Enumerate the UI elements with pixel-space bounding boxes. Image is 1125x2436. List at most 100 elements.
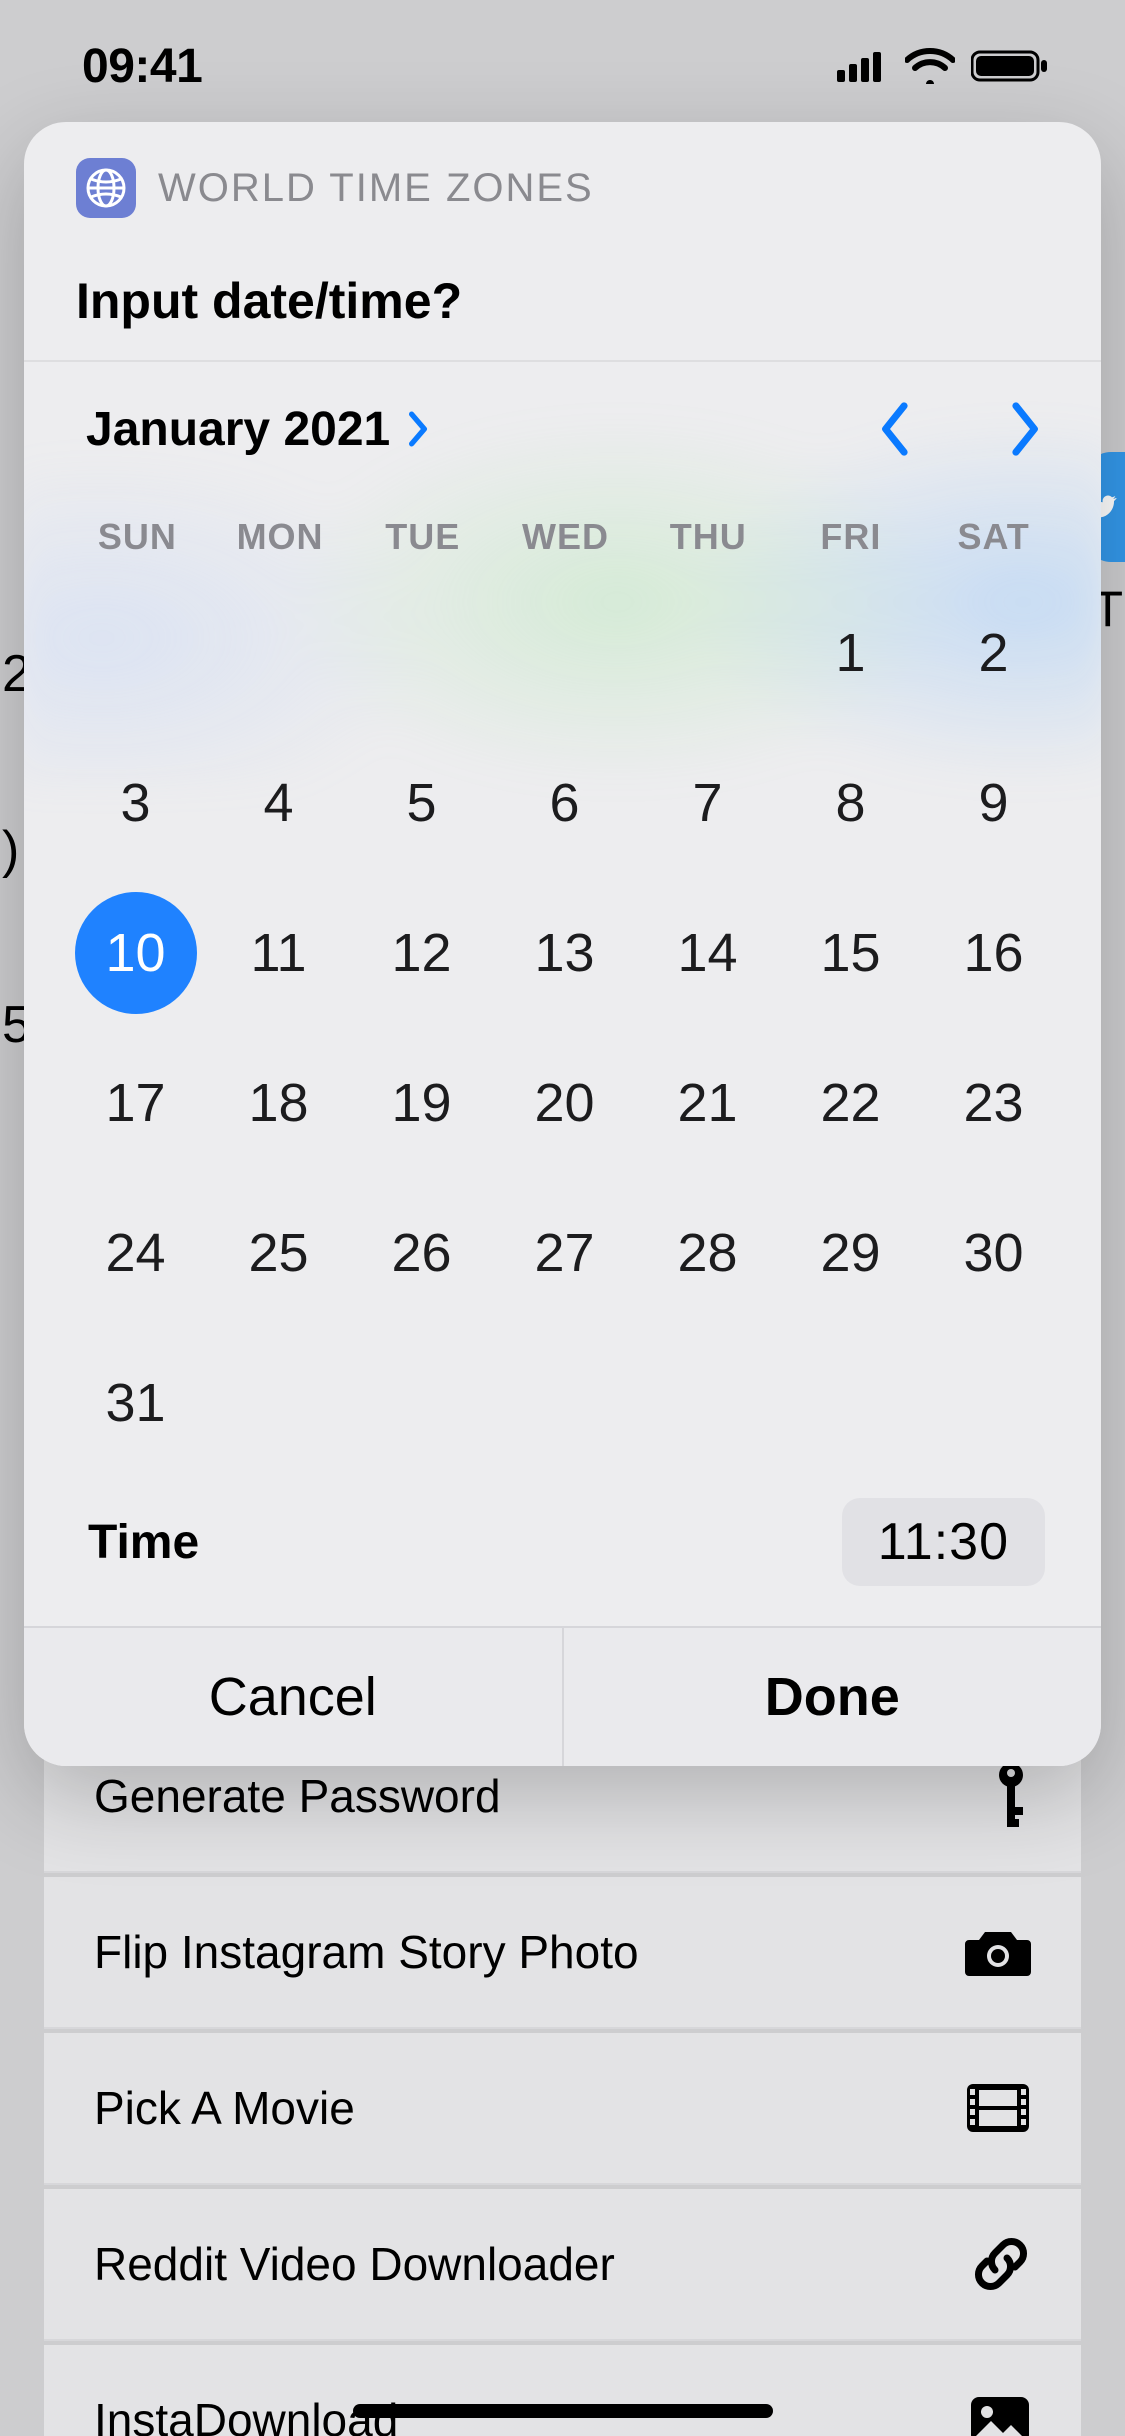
calendar-day-cell[interactable]: 2 — [922, 608, 1065, 698]
calendar-day-cell[interactable]: 27 — [493, 1208, 636, 1298]
calendar-day-cell[interactable]: 14 — [636, 908, 779, 998]
list-row-label: Reddit Video Downloader — [94, 2237, 615, 2291]
next-month-button[interactable] — [1005, 400, 1043, 458]
calendar-day-number: 1 — [790, 592, 912, 714]
calendar-day-cell[interactable]: 1 — [779, 608, 922, 698]
calendar-day-cell[interactable]: 30 — [922, 1208, 1065, 1298]
list-row-instadownload[interactable]: InstaDownload — [44, 2345, 1081, 2436]
calendar-day-cell — [350, 608, 493, 698]
calendar-day-number: 31 — [75, 1342, 197, 1464]
time-picker-button[interactable]: 11:30 — [842, 1498, 1045, 1586]
calendar-day-number: 19 — [361, 1042, 483, 1164]
battery-icon — [971, 48, 1049, 84]
calendar-day-cell[interactable]: 28 — [636, 1208, 779, 1298]
calendar-day-number: 28 — [647, 1192, 769, 1314]
weekday-label: MON — [209, 516, 352, 558]
calendar-day-number: 3 — [75, 742, 197, 864]
home-indicator — [353, 2404, 773, 2418]
image-icon — [969, 2395, 1031, 2436]
calendar-day-number: 30 — [933, 1192, 1055, 1314]
list-row-flip-instagram-story-photo[interactable]: Flip Instagram Story Photo — [44, 1877, 1081, 2029]
prev-month-button[interactable] — [877, 400, 915, 458]
calendar-day-number: 10 — [75, 892, 197, 1014]
calendar-day-cell — [64, 608, 207, 698]
app-name-label: WORLD TIME ZONES — [158, 166, 594, 211]
calendar-day-number: 21 — [647, 1042, 769, 1164]
calendar-day-cell[interactable]: 16 — [922, 908, 1065, 998]
calendar-day-number: 26 — [361, 1192, 483, 1314]
list-row-pick-a-movie[interactable]: Pick A Movie — [44, 2033, 1081, 2185]
calendar-day-cell[interactable]: 18 — [207, 1058, 350, 1148]
calendar: January 2021 SUN MON — [24, 362, 1101, 1626]
chevron-right-icon — [406, 411, 430, 447]
calendar-day-cell[interactable]: 31 — [64, 1358, 207, 1448]
calendar-day-cell[interactable]: 3 — [64, 758, 207, 848]
calendar-day-cell — [636, 608, 779, 698]
film-icon — [965, 2082, 1031, 2134]
calendar-day-number: 5 — [361, 742, 483, 864]
calendar-day-cell[interactable]: 8 — [779, 758, 922, 848]
month-year-label: January 2021 — [86, 402, 390, 457]
calendar-day-number: 13 — [504, 892, 626, 1014]
calendar-day-cell[interactable]: 19 — [350, 1058, 493, 1148]
calendar-day-number: 23 — [933, 1042, 1055, 1164]
list-row-label: Pick A Movie — [94, 2081, 355, 2135]
calendar-day-cell[interactable]: 4 — [207, 758, 350, 848]
calendar-day-number: 7 — [647, 742, 769, 864]
calendar-day-number: 8 — [790, 742, 912, 864]
calendar-day-number: 14 — [647, 892, 769, 1014]
link-icon — [971, 2234, 1031, 2294]
key-icon — [991, 1761, 1031, 1831]
list-row-label: Generate Password — [94, 1769, 501, 1823]
calendar-day-cell[interactable]: 13 — [493, 908, 636, 998]
calendar-day-cell[interactable]: 6 — [493, 758, 636, 848]
chevron-right-icon — [1005, 400, 1043, 458]
calendar-day-cell[interactable]: 5 — [350, 758, 493, 848]
calendar-day-cell[interactable]: 22 — [779, 1058, 922, 1148]
calendar-day-number: 18 — [218, 1042, 340, 1164]
modal-footer: Cancel Done — [24, 1626, 1101, 1766]
calendar-day-cell[interactable]: 26 — [350, 1208, 493, 1298]
cancel-button[interactable]: Cancel — [24, 1628, 562, 1766]
camera-icon — [965, 1926, 1031, 1978]
weekday-label: TUE — [351, 516, 494, 558]
calendar-day-cell[interactable]: 24 — [64, 1208, 207, 1298]
calendar-day-number: 12 — [361, 892, 483, 1014]
calendar-day-cell[interactable]: 23 — [922, 1058, 1065, 1148]
status-icons — [837, 48, 1049, 84]
modal-header: WORLD TIME ZONES Input date/time? — [24, 122, 1101, 362]
wifi-icon — [905, 48, 955, 84]
weekday-label: FRI — [780, 516, 923, 558]
modal-title: Input date/time? — [76, 272, 1049, 330]
calendar-day-cell[interactable]: 17 — [64, 1058, 207, 1148]
calendar-day-cell[interactable]: 7 — [636, 758, 779, 848]
done-button[interactable]: Done — [562, 1628, 1102, 1766]
calendar-day-number: 9 — [933, 742, 1055, 864]
month-year-button[interactable]: January 2021 — [86, 402, 430, 457]
calendar-day-cell[interactable]: 11 — [207, 908, 350, 998]
calendar-day-cell[interactable]: 29 — [779, 1208, 922, 1298]
calendar-day-number: 15 — [790, 892, 912, 1014]
calendar-day-cell[interactable]: 10 — [64, 908, 207, 998]
calendar-day-cell — [207, 608, 350, 698]
calendar-day-number: 29 — [790, 1192, 912, 1314]
date-time-picker-modal: WORLD TIME ZONES Input date/time? Januar… — [24, 122, 1101, 1766]
chevron-left-icon — [877, 400, 915, 458]
calendar-day-cell[interactable]: 20 — [493, 1058, 636, 1148]
calendar-day-cell[interactable]: 25 — [207, 1208, 350, 1298]
calendar-day-number: 17 — [75, 1042, 197, 1164]
calendar-day-number: 11 — [218, 892, 340, 1014]
weekday-label: WED — [494, 516, 637, 558]
app-icon-globe — [76, 158, 136, 218]
calendar-day-number: 2 — [933, 592, 1055, 714]
weekday-header: SUN MON TUE WED THU FRI SAT — [64, 516, 1065, 558]
calendar-day-cell[interactable]: 15 — [779, 908, 922, 998]
calendar-day-number: 16 — [933, 892, 1055, 1014]
calendar-day-cell[interactable]: 21 — [636, 1058, 779, 1148]
weekday-label: SAT — [922, 516, 1065, 558]
calendar-day-cell[interactable]: 12 — [350, 908, 493, 998]
list-row-reddit-video-downloader[interactable]: Reddit Video Downloader — [44, 2189, 1081, 2341]
calendar-day-number: 22 — [790, 1042, 912, 1164]
calendar-day-number: 25 — [218, 1192, 340, 1314]
calendar-day-cell[interactable]: 9 — [922, 758, 1065, 848]
